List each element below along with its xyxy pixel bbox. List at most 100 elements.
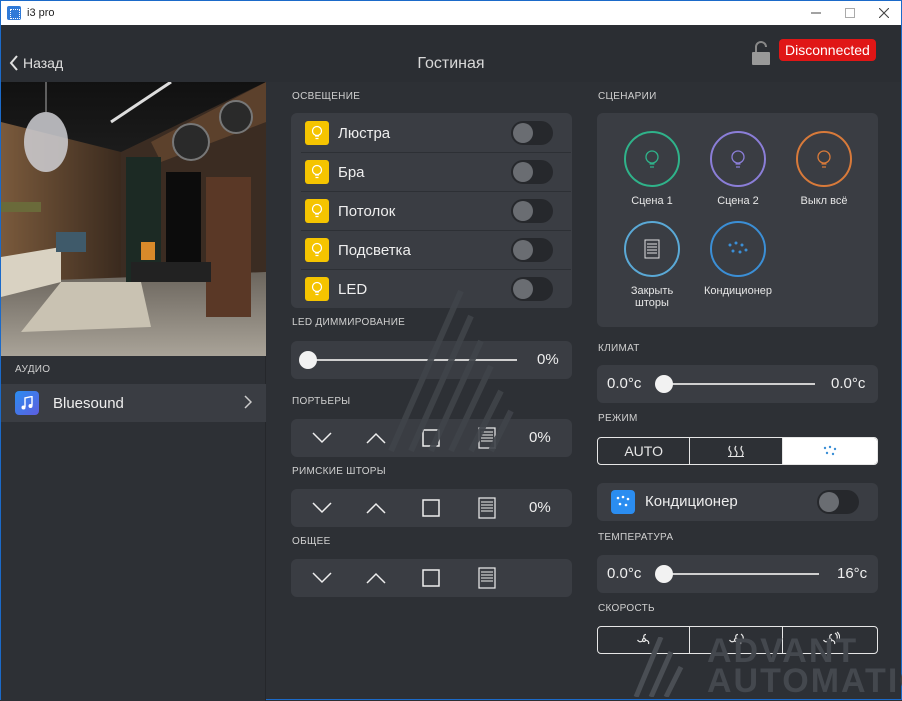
app-icon [7, 6, 21, 20]
bluesound-item[interactable]: Bluesound [1, 384, 266, 422]
climate-target: 0.0°c [831, 375, 866, 392]
light-row-backlight: Подсветка [291, 231, 571, 269]
temperature-current: 0.0°c [607, 565, 642, 582]
snowflake-icon [611, 490, 635, 514]
roman-value: 0% [529, 499, 551, 516]
window-title: i3 pro [27, 7, 55, 19]
climate-section-title: КЛИМАТ [598, 343, 640, 354]
climate-panel: 0.0°c 0.0°c [597, 365, 878, 403]
chevron-up-icon[interactable] [365, 499, 387, 517]
roman-section-title: РИМСКИЕ ШТОРЫ [292, 466, 386, 477]
mode-auto-button[interactable]: AUTO [598, 438, 691, 464]
scene-close-curtains-button[interactable]: Закрыть шторы [624, 221, 680, 309]
chevron-down-icon[interactable] [311, 499, 333, 517]
bulb-icon [305, 238, 329, 262]
mode-cool-button[interactable] [782, 438, 877, 464]
stop-icon[interactable] [420, 568, 442, 588]
light-toggle[interactable] [511, 121, 553, 145]
chevron-down-icon[interactable] [311, 569, 333, 587]
snowflake-icon [823, 445, 837, 456]
left-pane: АУДИО Bluesound [1, 82, 266, 701]
scenes-section-title: СЦЕНАРИИ [598, 91, 657, 102]
light-label: Потолок [338, 202, 396, 220]
audio-section-title: АУДИО [15, 364, 51, 375]
header: Назад Гостиная Disconnected [1, 25, 901, 82]
close-button[interactable] [867, 1, 901, 25]
bulb-outline-icon [796, 131, 852, 187]
ac-panel: Кондиционер [597, 483, 878, 521]
heat-icon [728, 445, 745, 457]
minimize-button[interactable] [799, 1, 833, 25]
lock-icon[interactable] [751, 40, 771, 71]
light-row-sconce: Бра [291, 153, 571, 191]
general-section-title: ОБЩЕЕ [292, 536, 331, 547]
general-panel [291, 559, 572, 597]
chevron-down-icon[interactable] [311, 429, 333, 447]
room-photo [1, 82, 266, 356]
light-toggle[interactable] [511, 238, 553, 262]
light-label: LED [338, 280, 368, 298]
light-label: Бра [338, 163, 365, 181]
scene-label: Выкл всё [800, 195, 848, 207]
led-dimming-value: 0% [537, 351, 559, 368]
scenes-panel: Сцена 1 Сцена 2 Выкл всё Закрыть шторы К… [597, 113, 878, 327]
mode-section-title: РЕЖИМ [598, 413, 638, 424]
curtains-value: 0% [529, 429, 551, 446]
maximize-button[interactable] [833, 1, 867, 25]
bulb-icon [305, 199, 329, 223]
scene-label: Сцена 2 [717, 195, 759, 207]
maximize-icon [845, 8, 855, 18]
bluesound-label: Bluesound [53, 394, 124, 412]
scene-ac-button[interactable]: Кондиционер [703, 221, 773, 297]
light-toggle[interactable] [511, 160, 553, 184]
close-icon [878, 7, 890, 19]
watermark-text-2: AUTOMATIC [707, 662, 902, 700]
light-row-chandelier: Люстра [291, 114, 571, 152]
title-bar: i3 pro [1, 1, 901, 25]
ac-label: Кондиционер [645, 493, 738, 510]
chevron-right-icon [244, 395, 252, 409]
speed-section-title: СКОРОСТЬ [598, 603, 655, 614]
scene-label: Кондиционер [703, 285, 773, 297]
snowflake-icon [710, 221, 766, 277]
temperature-section-title: ТЕМПЕРАТУРА [598, 532, 674, 543]
bulb-outline-icon [624, 131, 680, 187]
bulb-icon [305, 160, 329, 184]
blinds-icon[interactable] [476, 496, 498, 520]
connection-status-badge[interactable]: Disconnected [779, 39, 876, 61]
minimize-icon [811, 12, 821, 14]
scene-all-off-button[interactable]: Выкл всё [796, 131, 852, 207]
stop-icon[interactable] [420, 498, 442, 518]
watermark-stripes [633, 637, 684, 697]
slider-knob[interactable] [655, 375, 673, 393]
blinds-icon[interactable] [476, 566, 498, 590]
curtains-section-title: ПОРТЬЕРЫ [292, 396, 351, 407]
light-label: Подсветка [338, 241, 411, 259]
scene-label: Сцена 1 [631, 195, 673, 207]
bulb-icon [305, 277, 329, 301]
mode-segmented-control: AUTO [597, 437, 878, 465]
climate-slider[interactable] [663, 383, 815, 385]
climate-current: 0.0°c [607, 375, 642, 392]
ac-toggle[interactable] [817, 490, 859, 514]
temperature-slider[interactable] [663, 573, 819, 575]
light-row-ceiling: Потолок [291, 192, 571, 230]
scene-label: Закрыть шторы [630, 285, 674, 309]
scene-2-button[interactable]: Сцена 2 [710, 131, 766, 207]
bulb-icon [305, 121, 329, 145]
mode-heat-button[interactable] [690, 438, 783, 464]
light-label: Люстра [338, 124, 391, 142]
lighting-section-title: ОСВЕЩЕНИЕ [292, 91, 361, 102]
temperature-panel: 0.0°c 16°c [597, 555, 878, 593]
scene-1-button[interactable]: Сцена 1 [624, 131, 680, 207]
slider-knob[interactable] [299, 351, 317, 369]
light-toggle[interactable] [511, 199, 553, 223]
slider-knob[interactable] [655, 565, 673, 583]
lighting-panel: Люстра Бра Потолок Подсветка LED [291, 113, 572, 308]
chevron-up-icon[interactable] [365, 569, 387, 587]
bulb-outline-icon [710, 131, 766, 187]
temperature-setpoint: 16°c [837, 565, 868, 582]
blinds-icon [624, 221, 680, 277]
roman-panel: 0% [291, 489, 572, 527]
music-note-icon [15, 391, 39, 415]
